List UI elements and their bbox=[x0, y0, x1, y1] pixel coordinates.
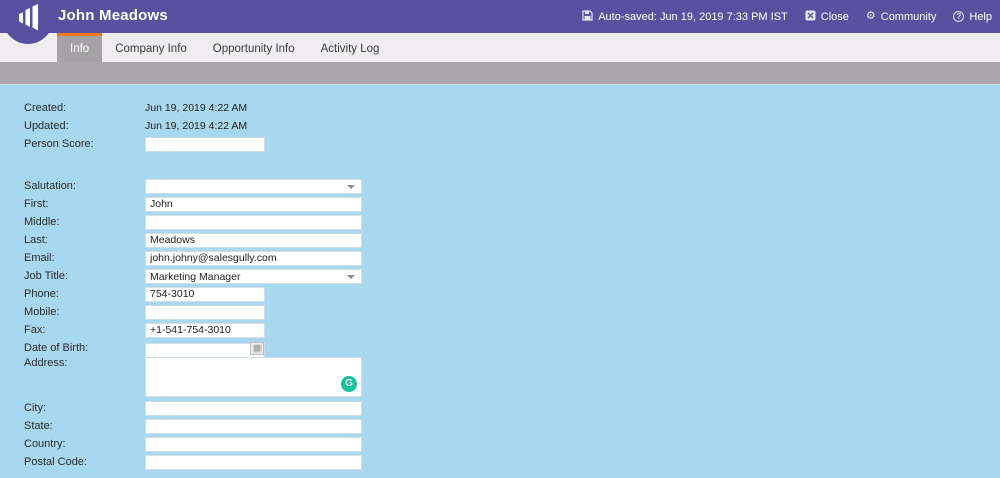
field-row-first: First: bbox=[24, 195, 1000, 213]
community-button[interactable]: ⚙ Community bbox=[866, 11, 937, 23]
field-label: Fax: bbox=[24, 324, 46, 336]
close-label: Close bbox=[820, 10, 849, 23]
field-label: Person Score: bbox=[24, 138, 94, 150]
email-input[interactable] bbox=[145, 250, 362, 266]
field-row-created: Created: Jun 19, 2019 4:22 AM bbox=[24, 99, 1000, 117]
field-row-job-title: Job Title: Marketing Manager bbox=[24, 267, 1000, 285]
field-row-mobile: Mobile: bbox=[24, 303, 1000, 321]
field-label: City: bbox=[24, 402, 46, 414]
info-form: Created: Jun 19, 2019 4:22 AM Updated: J… bbox=[0, 86, 1000, 478]
chevron-down-icon bbox=[347, 274, 355, 279]
field-row-person-score: Person Score: bbox=[24, 135, 1000, 153]
salutation-select[interactable] bbox=[145, 178, 362, 194]
field-label: Salutation: bbox=[24, 180, 76, 192]
field-row-postal-code: Postal Code: bbox=[24, 453, 1000, 471]
field-row-address: Address: G bbox=[24, 357, 1000, 399]
country-input[interactable] bbox=[145, 436, 362, 452]
tab-activity-log[interactable]: Activity Log bbox=[308, 33, 393, 62]
toolbar-strip bbox=[0, 62, 1000, 85]
community-label: Community bbox=[880, 10, 937, 23]
header-actions: Auto-saved: Jun 19, 2019 7:33 PM IST Clo… bbox=[582, 0, 992, 33]
crm-person-detail-window: John Meadows Auto-saved: Jun 19, 2019 7:… bbox=[0, 0, 1000, 478]
chevron-down-icon bbox=[347, 184, 355, 189]
field-label: Email: bbox=[24, 252, 55, 264]
field-label: Date of Birth: bbox=[24, 342, 89, 354]
dob-input[interactable] bbox=[145, 343, 265, 358]
calendar-icon[interactable] bbox=[250, 341, 264, 355]
close-box-icon bbox=[805, 10, 816, 24]
page-title: John Meadows bbox=[58, 7, 168, 24]
field-label: Postal Code: bbox=[24, 456, 87, 468]
address-field: G bbox=[145, 357, 362, 397]
autosave-status: Auto-saved: Jun 19, 2019 7:33 PM IST bbox=[582, 9, 788, 24]
fax-input[interactable] bbox=[145, 322, 265, 338]
header-bar: John Meadows Auto-saved: Jun 19, 2019 7:… bbox=[0, 0, 1000, 33]
field-label: Updated: bbox=[24, 120, 69, 132]
phone-input[interactable] bbox=[145, 286, 265, 302]
field-label: Created: bbox=[24, 102, 67, 114]
dob-field bbox=[145, 341, 265, 358]
gears-icon: ⚙ bbox=[865, 10, 876, 22]
field-row-salutation: Salutation: bbox=[24, 177, 1000, 195]
field-label: Address: bbox=[24, 357, 68, 369]
state-input[interactable] bbox=[145, 418, 362, 434]
field-label: Last: bbox=[24, 234, 48, 246]
field-row-fax: Fax: bbox=[24, 321, 1000, 339]
person-score-input[interactable] bbox=[145, 136, 265, 152]
tab-info[interactable]: Info bbox=[57, 33, 103, 62]
job-title-select[interactable]: Marketing Manager bbox=[145, 268, 362, 284]
close-button[interactable]: Close bbox=[805, 10, 849, 24]
field-row-email: Email: bbox=[24, 249, 1000, 267]
first-name-input[interactable] bbox=[145, 196, 362, 212]
field-row-middle: Middle: bbox=[24, 213, 1000, 231]
middle-name-input[interactable] bbox=[145, 214, 362, 230]
last-name-input[interactable] bbox=[145, 232, 362, 248]
tab-company-info[interactable]: Company Info bbox=[102, 33, 200, 62]
job-title-value: Marketing Manager bbox=[150, 270, 241, 283]
field-row-dob: Date of Birth: bbox=[24, 339, 1000, 358]
field-label: Phone: bbox=[24, 288, 59, 300]
floppy-disk-icon bbox=[582, 9, 593, 24]
field-label: Country: bbox=[24, 438, 66, 450]
postal-code-input[interactable] bbox=[145, 454, 362, 470]
field-label: First: bbox=[24, 198, 49, 210]
address-textarea[interactable] bbox=[145, 357, 362, 397]
field-label: Middle: bbox=[24, 216, 60, 228]
question-circle-icon: ? bbox=[953, 11, 965, 22]
field-row-country: Country: bbox=[24, 435, 1000, 453]
tab-bar: Info Company Info Opportunity Info Activ… bbox=[0, 33, 1000, 62]
updated-value: Jun 19, 2019 4:22 AM bbox=[145, 120, 248, 132]
help-button[interactable]: ? Help bbox=[953, 11, 992, 23]
field-row-phone: Phone: bbox=[24, 285, 1000, 303]
field-label: Job Title: bbox=[24, 270, 69, 282]
field-row-updated: Updated: Jun 19, 2019 4:22 AM bbox=[24, 117, 1000, 135]
autosave-text: Auto-saved: Jun 19, 2019 7:33 PM IST bbox=[598, 10, 788, 23]
field-row-city: City: bbox=[24, 399, 1000, 417]
tab-opportunity-info[interactable]: Opportunity Info bbox=[200, 33, 308, 62]
grammarly-icon[interactable]: G bbox=[341, 376, 357, 392]
field-label: Mobile: bbox=[24, 306, 60, 318]
field-row-last: Last: bbox=[24, 231, 1000, 249]
city-input[interactable] bbox=[145, 400, 362, 416]
mobile-input[interactable] bbox=[145, 304, 265, 320]
field-row-state: State: bbox=[24, 417, 1000, 435]
field-label: State: bbox=[24, 420, 53, 432]
created-value: Jun 19, 2019 4:22 AM bbox=[145, 102, 248, 114]
help-label: Help bbox=[969, 10, 992, 23]
marketo-logo bbox=[3, 0, 53, 44]
